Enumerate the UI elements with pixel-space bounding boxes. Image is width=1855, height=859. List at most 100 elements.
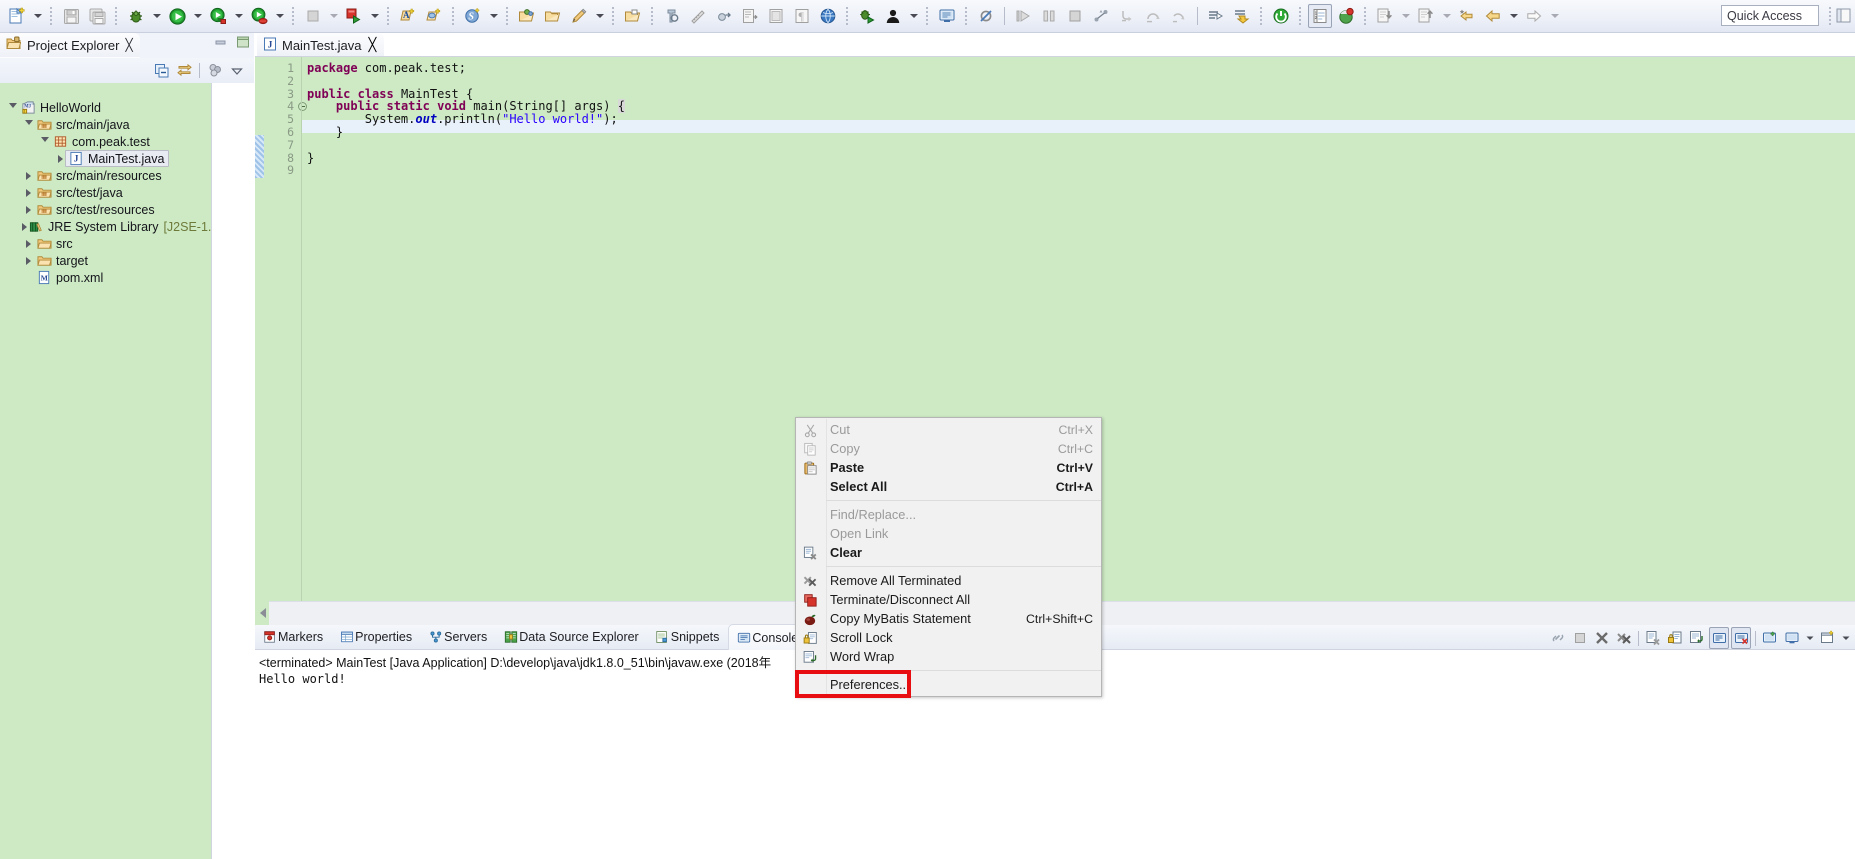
tab-project-explorer[interactable]: Project Explorer ╳ xyxy=(0,33,140,58)
save-icon[interactable] xyxy=(59,4,83,28)
tree-item[interactable]: src/test/java xyxy=(0,184,211,201)
chevron-down-icon[interactable] xyxy=(1804,627,1816,649)
close-icon[interactable]: ╳ xyxy=(125,38,132,52)
view-menu-icon[interactable] xyxy=(204,61,226,81)
step-over-icon[interactable] xyxy=(1141,4,1165,28)
tree-item-content[interactable]: src/test/java xyxy=(35,185,123,200)
resume-icon[interactable] xyxy=(1011,4,1035,28)
pin-console-icon[interactable] xyxy=(1760,627,1780,649)
terminate-icon[interactable] xyxy=(1570,627,1590,649)
suspend-icon[interactable] xyxy=(1037,4,1061,28)
run-ant-icon[interactable] xyxy=(247,4,271,28)
new-annotation-icon[interactable]: A xyxy=(396,4,420,28)
show-whitespace-icon[interactable] xyxy=(764,4,788,28)
tab-servers[interactable]: Servers xyxy=(421,624,496,649)
terminal-icon[interactable] xyxy=(935,4,959,28)
menu-item-terminate-disconnect-all[interactable]: Terminate/Disconnect All xyxy=(796,590,1101,609)
chevron-down-icon[interactable] xyxy=(22,120,35,129)
chevron-down-icon[interactable] xyxy=(31,4,44,28)
forward-icon[interactable] xyxy=(1522,4,1546,28)
chevron-down-icon[interactable] xyxy=(907,4,920,28)
globe-icon[interactable] xyxy=(816,4,840,28)
tree-item-content[interactable]: com.peak.test xyxy=(51,134,150,149)
code-line[interactable]: } xyxy=(307,126,1807,139)
code-line[interactable]: } xyxy=(307,151,1807,165)
menu-item-remove-all-terminated[interactable]: Remove All Terminated xyxy=(796,571,1101,590)
display-selected-console-icon[interactable] xyxy=(1782,627,1802,649)
tree-item-content[interactable]: src/main/resources xyxy=(35,168,162,183)
code-line[interactable]: System.out.println("Hello world!"); xyxy=(307,113,1807,126)
paragraph-icon[interactable]: ¶ xyxy=(790,4,814,28)
step-return-icon[interactable] xyxy=(1167,4,1191,28)
new-wizard-icon[interactable] xyxy=(5,4,29,28)
chevron-down-icon[interactable] xyxy=(150,4,163,28)
chevron-right-icon[interactable] xyxy=(22,188,35,197)
back-star-icon[interactable] xyxy=(1455,4,1479,28)
user-icon[interactable] xyxy=(881,4,905,28)
link-icon[interactable] xyxy=(1548,627,1568,649)
drop-to-frame-icon[interactable] xyxy=(1230,4,1254,28)
chevron-right-icon[interactable] xyxy=(22,171,35,180)
code-line[interactable] xyxy=(307,75,1807,88)
tree-item-content[interactable]: JRE System Library [J2SE-1.5] xyxy=(27,219,211,234)
editor-marker-column[interactable] xyxy=(255,57,267,601)
menu-item-preferences[interactable]: Preferences... xyxy=(795,670,1101,698)
tab-data-source-explorer[interactable]: Data Source Explorer xyxy=(496,624,648,649)
menu-item-clear[interactable]: Clear xyxy=(796,543,1101,562)
tree-item[interactable]: src/main/java xyxy=(0,116,211,133)
power-icon[interactable] xyxy=(1269,4,1293,28)
task-repository-icon[interactable] xyxy=(1414,4,1438,28)
tree-item-content[interactable]: target xyxy=(35,253,88,268)
project-tree[interactable]: MJ! HelloWorld src/main/java com.peak.test J… xyxy=(0,83,211,859)
chevron-down-icon[interactable] xyxy=(368,4,381,28)
ruler-icon[interactable] xyxy=(686,4,710,28)
save-all-icon[interactable] xyxy=(85,4,109,28)
back-icon[interactable] xyxy=(1481,4,1505,28)
forward-request-icon[interactable] xyxy=(1204,4,1228,28)
tree-item[interactable]: MJ! HelloWorld xyxy=(0,99,211,116)
scroll-lock-icon[interactable] xyxy=(1665,627,1685,649)
tree-item-content[interactable]: src xyxy=(35,236,73,251)
tree-item-content[interactable]: MJ! HelloWorld xyxy=(19,100,101,115)
close-icon[interactable]: ╳ xyxy=(368,37,376,53)
minimize-icon[interactable] xyxy=(214,35,228,52)
chevron-down-icon[interactable] xyxy=(487,4,500,28)
chevron-down-icon[interactable] xyxy=(191,4,204,28)
link-with-editor-icon[interactable] xyxy=(173,61,195,81)
code-line[interactable] xyxy=(307,139,1807,152)
svn-commit-icon[interactable]: S xyxy=(461,4,485,28)
chevron-right-icon[interactable] xyxy=(22,239,35,248)
chevron-down-icon[interactable] xyxy=(232,4,245,28)
tree-item-content[interactable]: src/test/resources xyxy=(35,202,155,217)
open-console-icon[interactable] xyxy=(1818,627,1838,649)
show-console-stdout-icon[interactable] xyxy=(1709,627,1729,649)
word-wrap-icon[interactable] xyxy=(1687,627,1707,649)
tab-maintest-java[interactable]: J MainTest.java ╳ xyxy=(257,33,385,57)
next-annotation-icon[interactable] xyxy=(712,4,736,28)
tab-markers[interactable]: Markers xyxy=(255,624,332,649)
pencil-icon[interactable] xyxy=(567,4,591,28)
console-context-menu[interactable]: Cut Ctrl+X Copy Ctrl+C Paste Ctrl+V Select All… xyxy=(795,417,1102,698)
open-type-icon[interactable] xyxy=(515,4,539,28)
tree-item[interactable]: com.peak.test xyxy=(0,133,211,150)
clear-console-icon[interactable] xyxy=(1643,627,1663,649)
quick-access-input[interactable]: Quick Access xyxy=(1721,5,1819,26)
tree-item[interactable]: target xyxy=(0,252,211,269)
tree-item-content[interactable]: src/main/java xyxy=(35,117,130,132)
skip-breakpoints-icon[interactable] xyxy=(974,4,998,28)
debug-icon[interactable] xyxy=(124,4,148,28)
task-list-icon[interactable]: 12 xyxy=(1308,4,1332,28)
menu-item-word-wrap[interactable]: Word Wrap xyxy=(796,647,1101,666)
step-into-icon[interactable] xyxy=(1115,4,1139,28)
search-icon[interactable] xyxy=(660,4,684,28)
chevron-down-icon[interactable] xyxy=(38,137,51,146)
tree-item-content[interactable]: Mpom.xml xyxy=(35,270,103,285)
chevron-down-icon[interactable] xyxy=(327,4,340,28)
chevron-right-icon[interactable] xyxy=(22,256,35,265)
menu-item-copy-mybatis-statement[interactable]: Copy MyBatis Statement Ctrl+Shift+C xyxy=(796,609,1101,628)
remove-launch-icon[interactable] xyxy=(1592,627,1612,649)
code-line[interactable]: package com.peak.test; xyxy=(307,62,1807,75)
tree-item[interactable]: src/test/resources xyxy=(0,201,211,218)
mylyn-icon[interactable] xyxy=(1334,4,1358,28)
fold-collapse-icon[interactable] xyxy=(298,102,307,112)
